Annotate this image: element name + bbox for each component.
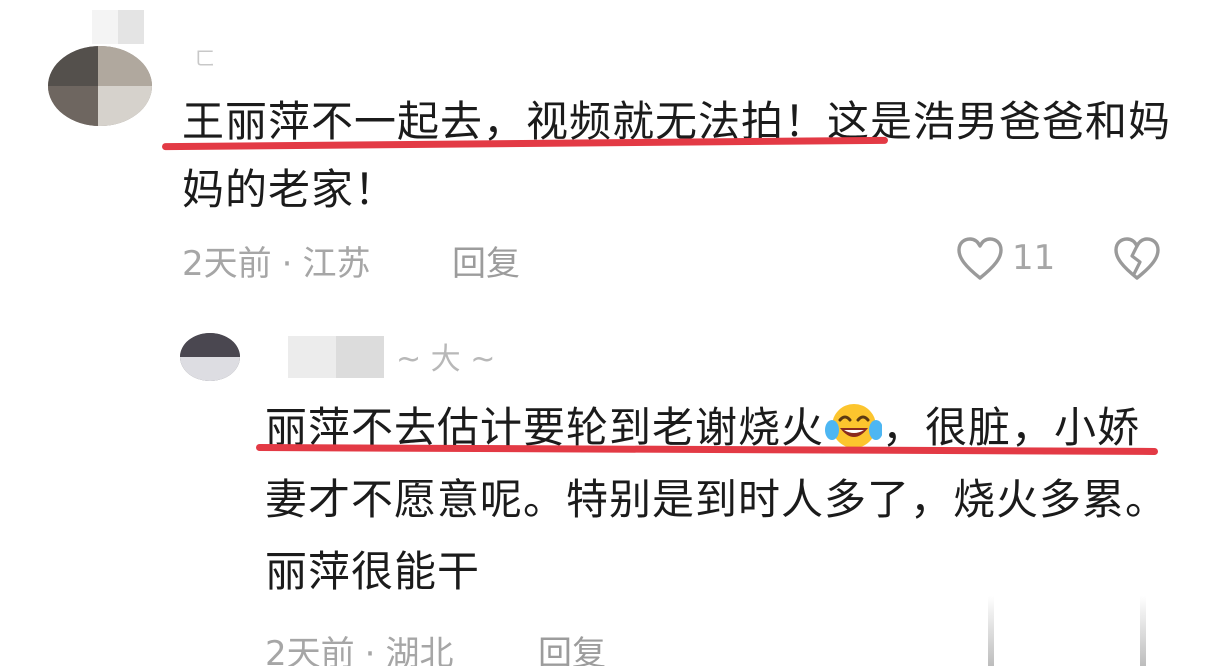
reply-text: 丽萍不去估计要轮到老谢烧火 ，很脏，小娇妻才不愿意呢。特别是到时人多了，烧火多累… [265,392,1175,608]
scroll-shadow [988,596,994,666]
scroll-shadow [1140,596,1146,666]
comment-time: 2天前 [182,244,272,284]
meta-separator: · [364,634,376,666]
comment-location: 江苏 [302,244,371,284]
reply-avatar[interactable] [180,333,240,381]
laughing-crying-emoji-icon [825,404,883,448]
comment-username[interactable]: ㄈ [195,42,215,71]
redacted-mosaic [288,336,384,378]
meta-separator: · [281,244,293,284]
reply-button[interactable]: 回复 [452,236,520,285]
heart-outline-icon[interactable] [955,236,1005,282]
avatar[interactable] [48,46,152,126]
reply-to-reply-button[interactable]: 回复 [538,626,606,666]
reply-meta: 2天前 · 湖北 [265,626,453,666]
broken-heart-icon[interactable] [1112,236,1162,282]
redacted-mosaic [92,10,144,44]
comment-meta: 2天前 · 江苏 [182,236,370,285]
comment-text: 王丽萍不一起去，视频就无法拍！这是浩男爸爸和妈妈的老家！ [182,97,1172,214]
reply-time: 2天前 [265,634,355,666]
reply-location: 湖北 [385,634,454,666]
reply-username[interactable]: ~ 大 ~ [396,334,495,378]
comment-thread: ㄈ 王丽萍不一起去，视频就无法拍！这是浩男爸爸和妈妈的老家！ 2天前 · 江苏 回复… [0,0,1220,666]
like-count: 11 [1012,238,1056,278]
